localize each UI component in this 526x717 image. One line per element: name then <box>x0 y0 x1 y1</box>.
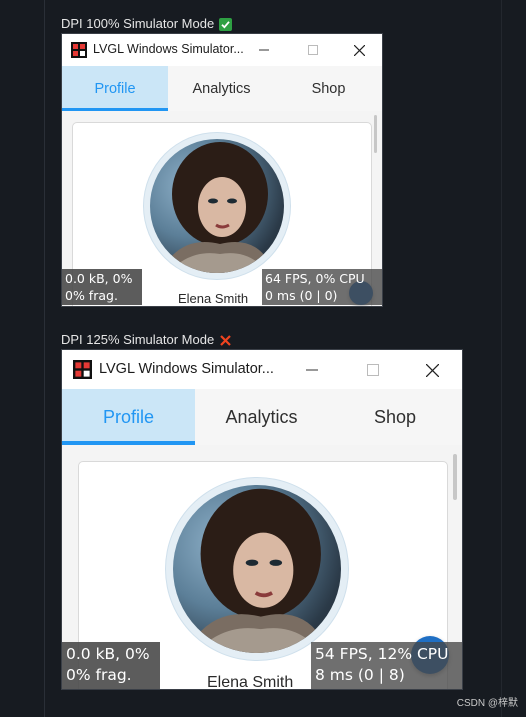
watermark: CSDN @梓默 <box>456 698 518 709</box>
tab-analytics[interactable]: Analytics <box>195 389 328 445</box>
tab-content: Elena Smith 0.0 kB, 0% 0% frag. 54 FPS, … <box>62 445 462 689</box>
window-titlebar[interactable]: LVGL Windows Simulator... <box>62 34 382 66</box>
avatar-portrait <box>160 142 274 273</box>
window-title: LVGL Windows Simulator... <box>99 361 274 377</box>
tab-shop[interactable]: Shop <box>275 66 382 111</box>
close-button[interactable] <box>347 38 371 62</box>
tab-bar: Profile Analytics Shop <box>62 66 382 111</box>
lvgl-app-icon <box>73 360 92 379</box>
lvgl-app-icon <box>71 42 87 58</box>
memory-monitor-overlay: 0.0 kB, 0% 0% frag. <box>62 269 142 305</box>
tab-label: Analytics <box>192 80 251 97</box>
check-icon <box>219 17 233 31</box>
tab-shop[interactable]: Shop <box>328 389 462 445</box>
performance-monitor-overlay: 64 FPS, 0% CPU 0 ms (0 | 0) <box>262 269 382 305</box>
maximize-icon <box>367 364 379 376</box>
tab-content: Elena Smith 0.0 kB, 0% 0% frag. 64 FPS, … <box>62 111 382 306</box>
tab-profile[interactable]: Profile <box>62 389 195 445</box>
minimize-button[interactable] <box>252 38 276 62</box>
tab-label: Analytics <box>225 406 298 427</box>
tab-label: Shop <box>311 80 346 97</box>
tab-bar: Profile Analytics Shop <box>62 389 462 445</box>
scrollbar-thumb[interactable] <box>453 454 457 500</box>
editor-gutter-line <box>44 0 45 717</box>
editor-gutter-line-right <box>501 0 502 717</box>
tab-analytics[interactable]: Analytics <box>168 66 275 111</box>
simulator-window-dpi-100: LVGL Windows Simulator... Profile Analyt… <box>62 34 382 306</box>
section-title: DPI 100% Simulator Mode <box>61 16 215 31</box>
scrollbar-thumb[interactable] <box>374 115 377 153</box>
tab-profile[interactable]: Profile <box>62 66 168 111</box>
window-title: LVGL Windows Simulator... <box>93 42 244 56</box>
cross-icon <box>219 334 232 347</box>
maximize-icon <box>308 45 318 55</box>
section-label-dpi-100: DPI 100% Simulator Mode <box>61 16 233 32</box>
minimize-button[interactable] <box>298 356 326 384</box>
section-title: DPI 125% Simulator Mode <box>61 332 215 347</box>
tab-label: Shop <box>373 406 417 427</box>
avatar-portrait <box>185 488 329 653</box>
tab-label: Profile <box>102 406 155 427</box>
avatar <box>150 139 284 273</box>
minimize-icon <box>259 49 269 51</box>
close-button[interactable] <box>418 356 446 384</box>
maximize-button[interactable] <box>359 356 387 384</box>
minimize-icon <box>306 369 318 371</box>
simulator-window-dpi-125: LVGL Windows Simulator... Profile Analyt… <box>62 350 462 689</box>
window-titlebar[interactable]: LVGL Windows Simulator... <box>62 350 462 389</box>
profile-name: Elena Smith <box>207 674 294 689</box>
performance-monitor-overlay: 54 FPS, 12% CPU 8 ms (0 | 8) <box>311 642 462 689</box>
close-icon <box>425 363 439 377</box>
profile-name: Elena Smith <box>178 291 249 306</box>
memory-monitor-overlay: 0.0 kB, 0% 0% frag. <box>62 642 160 689</box>
avatar <box>173 485 341 653</box>
section-label-dpi-125: DPI 125% Simulator Mode <box>61 332 232 348</box>
close-icon <box>353 44 365 56</box>
maximize-button[interactable] <box>301 38 325 62</box>
tab-label: Profile <box>94 80 136 97</box>
